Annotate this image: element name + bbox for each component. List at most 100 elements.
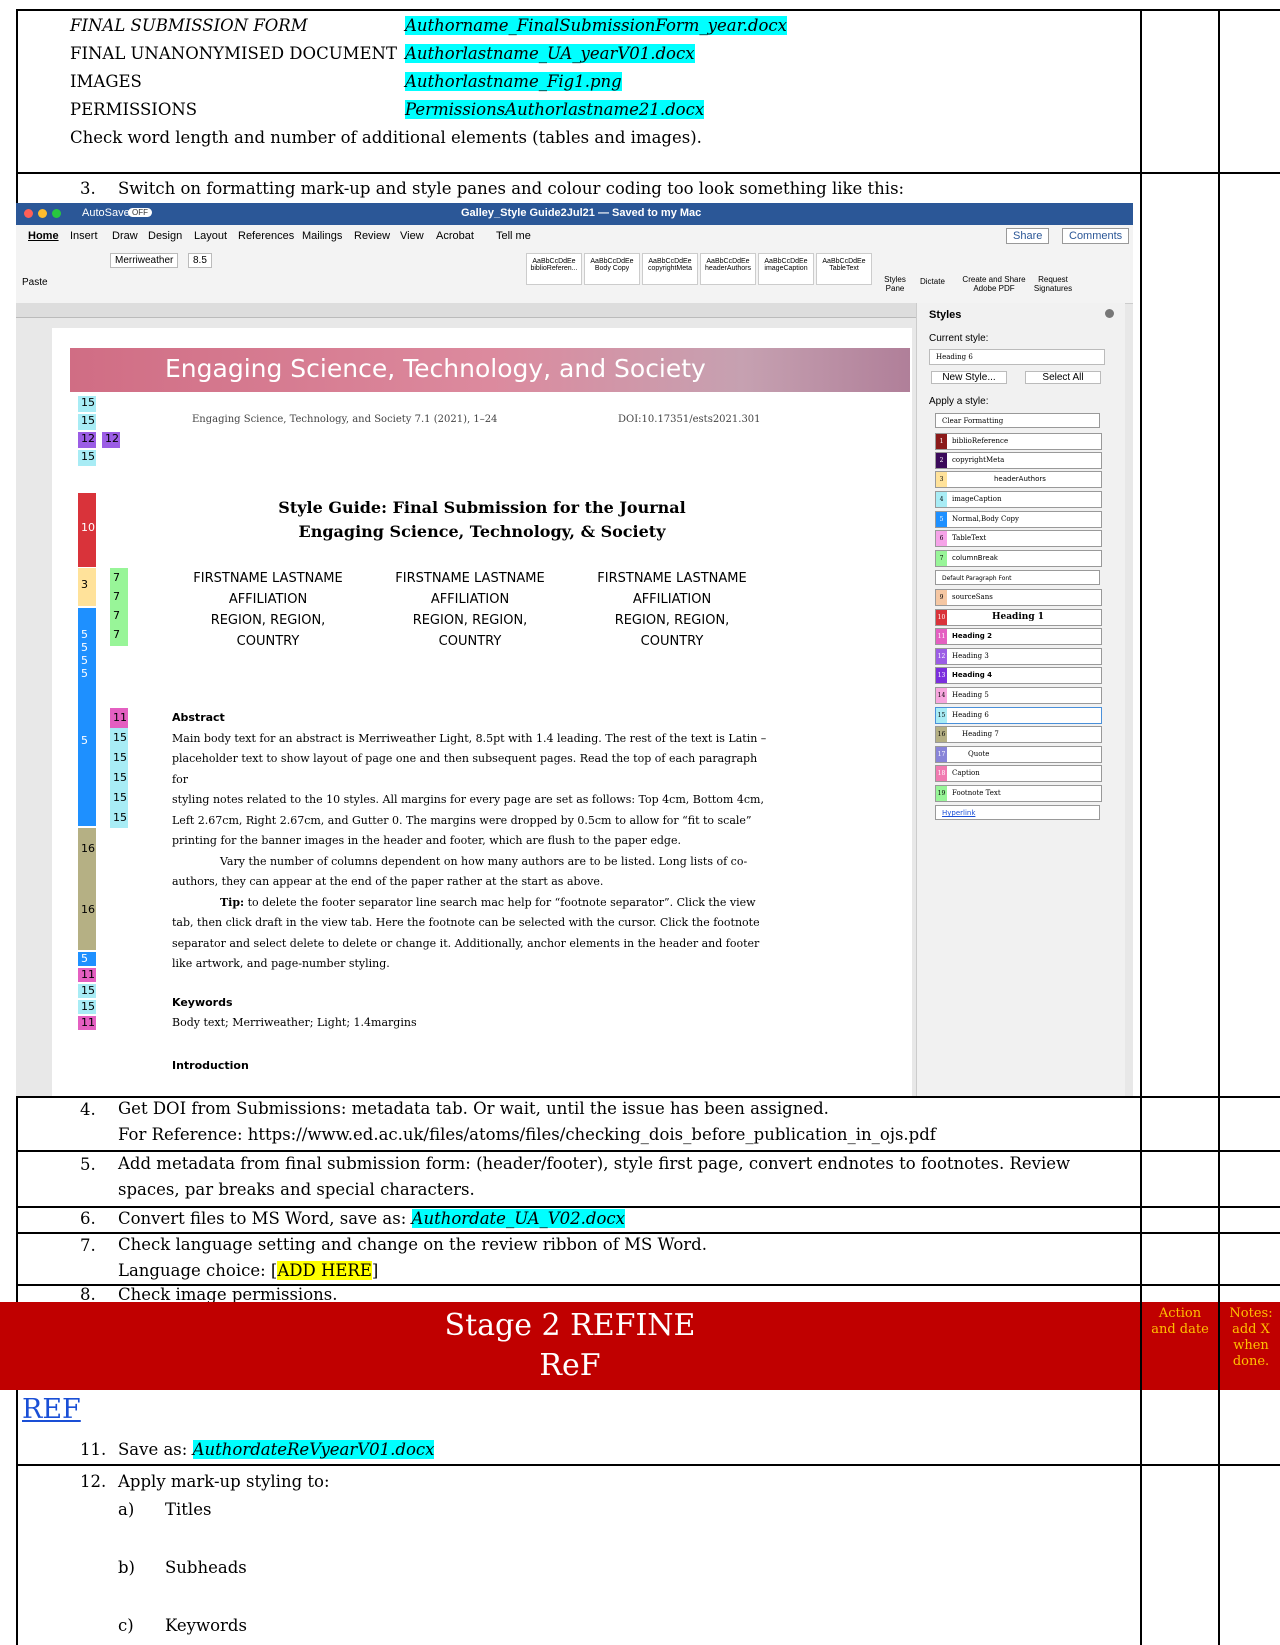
style-item-name: Default Paragraph Font (942, 575, 1012, 582)
file-label: FINAL UNANONYMISED DOCUMENT (70, 44, 397, 63)
step-4: 4. Get DOI from Submissions: metadata ta… (0, 1096, 1140, 1150)
keywords-heading: Keywords (172, 995, 233, 1009)
style-item: 6 TableText (935, 530, 1102, 547)
style-tag: 5 (78, 952, 96, 966)
style-sample: AaBbCcDdEe (532, 258, 576, 265)
page-title-line-1: Style Guide: Final Submission for the Jo… (278, 498, 686, 517)
tab-tell-me: Tell me (496, 230, 531, 242)
stage-subtitle: ReF (539, 1348, 601, 1383)
step-text-emphasis: metadata from final submission form (156, 1154, 466, 1173)
style-swatch: 3 (936, 472, 947, 487)
file-name: Authorlastname_Fig1.png (405, 72, 622, 91)
author-name: FIRSTNAME LASTNAME (597, 571, 747, 586)
notes-header: Notes: add X when done. (1229, 1306, 1273, 1369)
tip-label: Tip: (220, 895, 245, 909)
style-item: 13 Heading 4 (935, 667, 1102, 684)
tab-draw: Draw (112, 230, 138, 242)
author-affiliation: AFFILIATION (632, 592, 712, 607)
file-label: PERMISSIONS (70, 100, 198, 119)
style-swatch: 2 (936, 453, 947, 468)
style-item-name: copyrightMeta (952, 456, 1005, 464)
style-item-name: Heading 5 (952, 691, 989, 699)
style-swatch: 14 (936, 688, 947, 703)
minimize-dot-icon (38, 209, 47, 218)
file-row-permissions: PERMISSIONS PermissionsAuthorlastname21.d… (70, 96, 1130, 124)
dictate-button: Dictate (920, 277, 945, 286)
table-col-divider-1 (1140, 9, 1142, 1645)
style-item-name: Footnote Text (952, 789, 1001, 797)
style-swatch: 12 (936, 649, 947, 664)
style-swatch: 9 (936, 590, 947, 605)
author-region: REGION, REGION, (614, 613, 730, 628)
ribbon-tabs: Home Insert Draw Design Layout Reference… (16, 225, 1133, 247)
style-gallery: AaBbCcDdEe biblioReferen... AaBbCcDdEe Bod… (526, 253, 872, 285)
style-name: imageCaption (764, 265, 808, 272)
style-item: 19 Footnote Text (935, 785, 1102, 802)
style-tag: 12 (78, 432, 96, 448)
step-text-part: ] (371, 1261, 379, 1280)
author-affiliation: AFFILIATION (228, 592, 308, 607)
step-text-part: Language choice: [ (118, 1261, 278, 1280)
style-item: 14 Heading 5 (935, 687, 1102, 704)
document-page: Engaging Science, Technology, and Societ… (52, 328, 912, 1096)
autosave-label: AutoSave (82, 207, 130, 219)
tip-text: to delete the footer separator line sear… (244, 895, 756, 909)
step-text: Check language setting and change on the… (118, 1232, 707, 1284)
style-item-name: Heading 3 (952, 652, 989, 660)
step-text: Get DOI from Submissions: metadata tab. … (118, 1096, 936, 1148)
step-text: Switch on formatting mark-up and style p… (118, 179, 905, 198)
style-item-name: columnBreak (952, 554, 998, 562)
row-divider (16, 172, 1280, 174)
list-text: Titles (165, 1500, 212, 1519)
style-swatch: 16 (936, 727, 947, 742)
style-item-name: TableText (952, 534, 987, 542)
step-number: 3. (80, 179, 96, 198)
file-label: IMAGES (70, 72, 142, 91)
banner-title: Engaging Science, Technology, and Societ… (165, 354, 706, 383)
style-tag: 15 15 15 15 15 (110, 728, 128, 828)
step-text: Add metadata from final submission form:… (118, 1151, 1070, 1203)
style-item: Default Paragraph Font (935, 570, 1100, 585)
style-item: 9 sourceSans (935, 589, 1102, 606)
style-tag: 15 (78, 450, 96, 466)
style-item: Hyperlink (935, 805, 1100, 820)
style-item-name: Normal,Body Copy (952, 515, 1019, 523)
current-style-field: Heading 6 (929, 349, 1105, 365)
step-text: Apply mark-up styling to: (118, 1472, 330, 1491)
size-select: 8.5 (188, 253, 212, 268)
style-item: 17 Quote (935, 746, 1102, 763)
font-select: Merriweather (110, 253, 179, 268)
document-title: Galley_Style Guide2Jul21 — Saved to my M… (461, 207, 702, 219)
abstract-line: Main body text for an abstract is Merriw… (172, 731, 767, 745)
step-number: 6. (80, 1209, 96, 1228)
maximize-dot-icon (52, 209, 61, 218)
style-item-name: Heading 7 (962, 730, 999, 738)
list-item: b) Subheads (0, 1525, 1140, 1577)
step-text: Convert files to MS Word, save as: Autho… (118, 1206, 625, 1232)
author-name: FIRSTNAME LASTNAME (193, 571, 343, 586)
stage-col-divider (1140, 1302, 1142, 1390)
close-dot-icon (24, 209, 33, 218)
step-text-part: spaces, par breaks and special character… (118, 1180, 475, 1199)
style-tag: 11 (78, 968, 96, 982)
style-card: AaBbCcDdEe TableText (816, 253, 872, 285)
journal-banner: Engaging Science, Technology, and Societ… (70, 348, 910, 392)
apply-style-label: Apply a style: (929, 396, 989, 407)
abstract-heading: Abstract (172, 711, 225, 724)
request-signatures-button: Request Signatures (1033, 275, 1073, 293)
step-text-emphasis: Convert files (118, 1209, 225, 1228)
style-sample: AaBbCcDdEe (706, 258, 750, 265)
page-title-line-2: Engaging Science, Technology, & Society (298, 522, 666, 541)
author-country: COUNTRY (438, 634, 502, 649)
tab-acrobat: Acrobat (436, 230, 474, 242)
style-tag: 15 (78, 984, 96, 998)
style-sample: AaBbCcDdEe (822, 258, 866, 265)
check-line: Check word length and number of addition… (70, 128, 702, 147)
current-style-label: Current style: (929, 333, 989, 344)
ref-link[interactable]: REF (22, 1394, 81, 1425)
tip-line: Tip: to delete the footer separator line… (172, 893, 772, 914)
stage-banner: Stage 2 REFINE ReF Action and date Notes… (0, 1302, 1280, 1390)
abstract-line: Left 2.67cm, Right 2.67cm, and Gutter 0.… (172, 813, 752, 827)
close-icon (1105, 309, 1114, 318)
author-name: FIRSTNAME LASTNAME (395, 571, 545, 586)
